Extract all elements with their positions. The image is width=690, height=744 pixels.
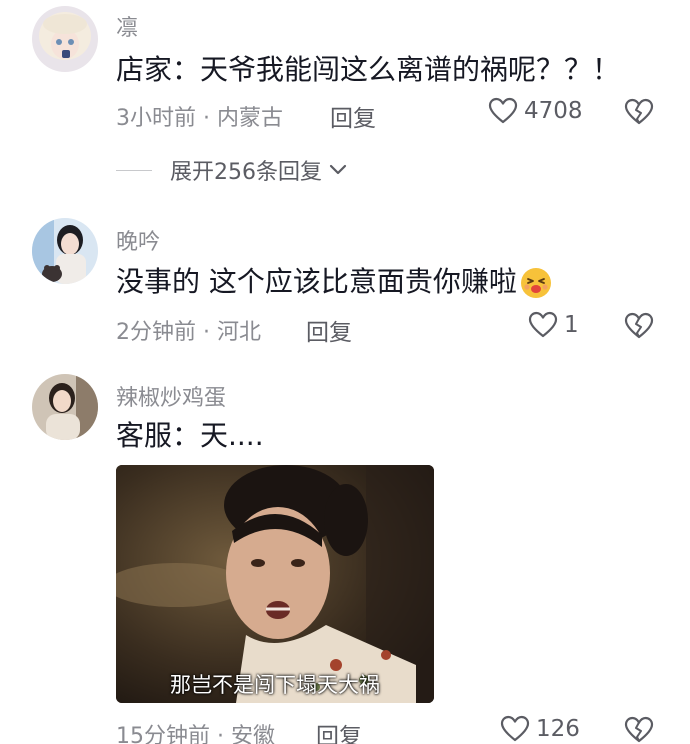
kiss-emoji-icon [520, 268, 551, 298]
like-button[interactable]: 126 [500, 715, 580, 743]
broken-heart-icon[interactable] [624, 98, 654, 126]
reply-button[interactable]: 回复 [306, 313, 352, 347]
username[interactable]: 凛 [116, 10, 138, 42]
heart-outline-icon [528, 311, 558, 338]
comment-meta: 15分钟前 · 安徽 [116, 724, 275, 744]
broken-heart-icon[interactable] [624, 312, 654, 340]
comment-text: 没事的 这个应该比意面贵你赚啦 [116, 264, 553, 300]
avatar[interactable] [32, 218, 98, 284]
chevron-down-icon [329, 164, 347, 175]
expand-replies-button[interactable]: 展开256条回复 [116, 154, 348, 186]
comment-image[interactable]: 那岂不是闯下塌天大祸 [116, 465, 434, 703]
heart-outline-icon [488, 97, 518, 124]
like-count: 4708 [524, 98, 583, 124]
comment-meta: 2分钟前 · 河北 [116, 320, 261, 345]
comment-text: 店家：天爷我能闯这么离谱的祸呢？？！ [116, 53, 621, 86]
comment-meta: 3小时前 · 内蒙古 [116, 106, 283, 131]
like-count: 1 [564, 312, 579, 338]
like-count: 126 [536, 716, 580, 742]
image-scene [116, 465, 434, 703]
username[interactable]: 晚吟 [116, 224, 160, 256]
broken-heart-icon[interactable] [624, 716, 654, 744]
reply-button[interactable]: 回复 [330, 99, 376, 133]
avatar[interactable] [32, 374, 98, 440]
like-button[interactable]: 1 [528, 311, 579, 339]
comment-text: 客服：天.... [116, 419, 264, 452]
heart-outline-icon [500, 715, 530, 742]
comment-list: 凛 店家：天爷我能闯这么离谱的祸呢？？！ 3小时前 · 内蒙古 回复 4708 … [0, 0, 690, 744]
image-subtitle: 那岂不是闯下塌天大祸 [170, 673, 380, 697]
comment-text-body: 没事的 这个应该比意面贵你赚啦 [116, 265, 517, 298]
like-button[interactable]: 4708 [488, 97, 583, 125]
expand-replies-label: 展开256条回复 [170, 160, 322, 185]
divider [116, 169, 152, 171]
avatar[interactable] [32, 6, 98, 72]
reply-button[interactable]: 回复 [316, 717, 362, 744]
username[interactable]: 辣椒炒鸡蛋 [116, 380, 226, 412]
